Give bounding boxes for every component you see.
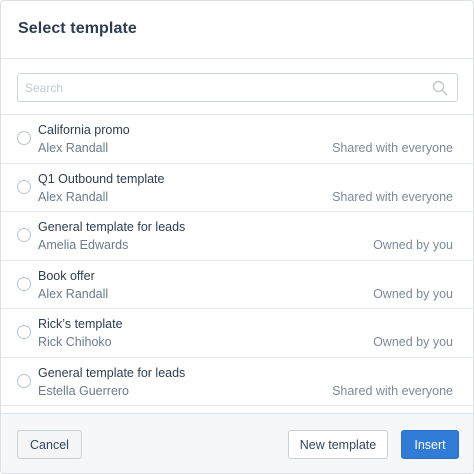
radio-unchecked-icon[interactable] [17, 228, 31, 242]
template-owner: Alex Randall [38, 189, 109, 204]
select-template-dialog: Select template California promo Alex Ra… [0, 0, 474, 474]
template-owner: Estella Guerrero [38, 383, 130, 398]
template-sharing: Shared with everyone [332, 189, 453, 204]
template-row[interactable]: General template for leads Amelia Edward… [1, 212, 473, 261]
cancel-button[interactable]: Cancel [17, 430, 82, 459]
template-row[interactable]: Rick’s template Rick Chihoko Owned by yo… [1, 309, 473, 358]
template-name: Q1 Outbound template [38, 171, 165, 186]
search-section [1, 59, 473, 115]
template-name: General template for leads [38, 365, 186, 380]
template-name: Book offer [38, 268, 95, 283]
template-name: Rick’s template [38, 317, 123, 331]
template-row[interactable]: California promo Alex Randall Shared wit… [1, 115, 473, 164]
template-owner: Alex Randall [38, 286, 109, 301]
template-row[interactable]: Book offer Alex Randall Owned by you [1, 261, 473, 309]
new-template-button[interactable]: New template [288, 430, 388, 459]
radio-unchecked-icon[interactable] [17, 325, 31, 339]
radio-unchecked-icon[interactable] [17, 131, 31, 145]
template-sharing: Owned by you [373, 335, 453, 349]
template-list: California promo Alex Randall Shared wit… [1, 115, 473, 406]
search-icon[interactable] [432, 80, 448, 96]
radio-unchecked-icon[interactable] [17, 179, 31, 194]
search-input[interactable] [18, 74, 457, 101]
template-owner: Alex Randall [38, 141, 109, 155]
search-box [17, 73, 458, 102]
template-sharing: Shared with everyone [332, 383, 453, 398]
template-sharing: Owned by you [373, 238, 453, 252]
template-row[interactable]: Q1 Outbound template Alex Randall Shared… [1, 164, 473, 212]
radio-unchecked-icon[interactable] [17, 373, 31, 388]
dialog-title: Select template [18, 20, 137, 37]
dialog-footer: Cancel New template Insert [1, 413, 473, 473]
template-sharing: Owned by you [373, 286, 453, 301]
template-sharing: Shared with everyone [332, 141, 453, 155]
template-row[interactable]: General template for leads Estella Guerr… [1, 358, 473, 406]
radio-unchecked-icon[interactable] [17, 276, 31, 291]
template-owner: Amelia Edwards [38, 238, 129, 252]
template-name: General template for leads [38, 220, 186, 234]
template-name: California promo [38, 123, 130, 137]
template-owner: Rick Chihoko [38, 335, 112, 349]
insert-button[interactable]: Insert [401, 430, 459, 459]
dialog-header: Select template [1, 1, 473, 59]
